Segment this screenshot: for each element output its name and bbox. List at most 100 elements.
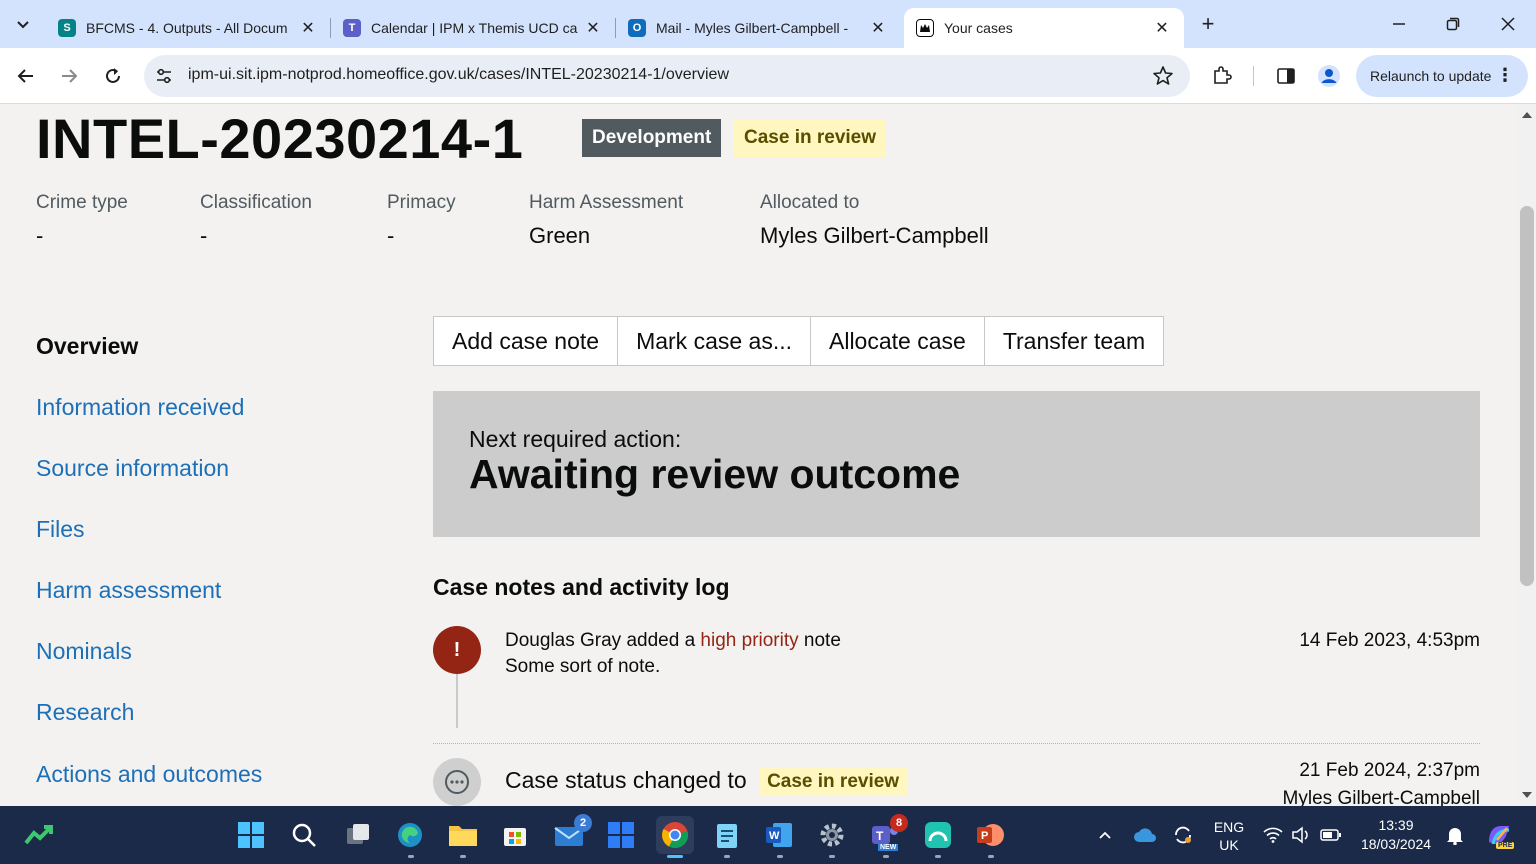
sidenav-actions-and-outcomes[interactable]: Actions and outcomes bbox=[36, 761, 262, 788]
sidenav-harm-assessment[interactable]: Harm assessment bbox=[36, 577, 221, 604]
tab-title: Your cases bbox=[944, 20, 1013, 36]
close-icon bbox=[1501, 17, 1515, 31]
copilot-pre-label: PRE bbox=[1496, 842, 1515, 849]
activity-log-heading: Case notes and activity log bbox=[433, 574, 730, 600]
arrow-left-icon bbox=[17, 69, 33, 83]
side-panel-button[interactable] bbox=[1272, 62, 1300, 90]
address-bar[interactable]: ipm-ui.sit.ipm-notprod.homeoffice.gov.uk… bbox=[144, 55, 1190, 97]
forward-button[interactable] bbox=[55, 62, 83, 90]
wifi-icon[interactable] bbox=[1260, 818, 1286, 852]
back-button[interactable] bbox=[12, 62, 40, 90]
extensions-button[interactable] bbox=[1208, 62, 1236, 90]
allocate-case-button[interactable]: Allocate case bbox=[810, 316, 985, 366]
search-icon[interactable] bbox=[287, 818, 321, 852]
edge-browser-icon[interactable] bbox=[393, 818, 427, 852]
profile-button[interactable] bbox=[1315, 62, 1343, 90]
restore-button[interactable] bbox=[1439, 10, 1467, 38]
meta-label: Primacy bbox=[387, 192, 456, 213]
sidenav-source-information[interactable]: Source information bbox=[36, 455, 229, 482]
teams-icon[interactable]: T 8 NEW bbox=[868, 814, 908, 852]
browser-tab-your-cases[interactable]: Your cases ✕ bbox=[904, 8, 1184, 48]
scroll-up-arrow-icon[interactable] bbox=[1522, 112, 1532, 118]
active-window-indicator bbox=[667, 855, 683, 858]
relaunch-to-update-button[interactable]: Relaunch to update ⋮ bbox=[1356, 55, 1528, 97]
input-language-indicator[interactable]: ENG UK bbox=[1210, 818, 1248, 854]
sharepoint-icon: S bbox=[58, 19, 76, 37]
timeline-connector bbox=[456, 674, 458, 728]
remote-app-icon[interactable] bbox=[921, 818, 955, 852]
running-indicator bbox=[883, 855, 889, 858]
tab-title: BFCMS - 4. Outputs - All Docum bbox=[86, 20, 288, 36]
microsoft-store-icon[interactable] bbox=[498, 818, 532, 852]
settings-gear-icon[interactable] bbox=[815, 818, 849, 852]
chevron-up-icon[interactable] bbox=[1090, 818, 1120, 852]
meta-classification: Classification - bbox=[200, 192, 312, 249]
sidenav-information-received[interactable]: Information received bbox=[36, 394, 244, 421]
meta-value: - bbox=[200, 223, 208, 248]
toolbar-divider bbox=[1253, 66, 1254, 86]
site-settings-icon[interactable] bbox=[154, 66, 174, 86]
teams-icon: T bbox=[343, 19, 361, 37]
close-icon[interactable]: ✕ bbox=[868, 18, 888, 38]
onedrive-cloud-icon[interactable] bbox=[1130, 818, 1160, 852]
kebab-menu-icon[interactable]: ⋮ bbox=[1496, 66, 1514, 84]
sidenav-nominals[interactable]: Nominals bbox=[36, 638, 132, 665]
windows-app-icon[interactable] bbox=[604, 818, 638, 852]
log-entry-note: ! Douglas Gray added a high priority not… bbox=[433, 626, 1480, 744]
word-icon[interactable]: W bbox=[762, 818, 796, 852]
case-action-buttons: Add case note Mark case as... Allocate c… bbox=[433, 316, 1165, 366]
volume-icon[interactable] bbox=[1288, 818, 1314, 852]
scroll-down-arrow-icon[interactable] bbox=[1522, 792, 1532, 798]
tab-search-button[interactable] bbox=[8, 8, 38, 40]
new-tab-button[interactable]: + bbox=[1196, 12, 1220, 36]
minimize-button[interactable] bbox=[1385, 10, 1413, 38]
mail-app-icon[interactable]: 2 bbox=[552, 814, 592, 852]
add-case-note-button[interactable]: Add case note bbox=[433, 316, 619, 366]
close-window-button[interactable] bbox=[1494, 10, 1522, 38]
close-icon[interactable]: ✕ bbox=[298, 18, 318, 38]
avatar-icon bbox=[1318, 65, 1340, 87]
log-priority: high priority bbox=[700, 630, 799, 651]
browser-tab-calendar[interactable]: T Calendar | IPM x Themis UCD ca ✕ bbox=[331, 8, 615, 48]
task-view-icon[interactable] bbox=[341, 818, 375, 852]
tab-title: Calendar | IPM x Themis UCD ca bbox=[371, 20, 578, 36]
reload-button[interactable] bbox=[99, 62, 127, 90]
close-icon[interactable]: ✕ bbox=[583, 18, 603, 38]
mark-case-as-button[interactable]: Mark case as... bbox=[617, 316, 811, 366]
stocks-widget-icon[interactable] bbox=[22, 818, 56, 852]
sidenav-files[interactable]: Files bbox=[36, 516, 85, 543]
log-verb: added a bbox=[626, 630, 696, 651]
browser-tab-mail[interactable]: O Mail - Myles Gilbert-Campbell - ✕ bbox=[616, 8, 900, 48]
windows-start-icon[interactable] bbox=[234, 818, 268, 852]
running-indicator bbox=[935, 855, 941, 858]
page-scrollbar[interactable] bbox=[1518, 104, 1536, 806]
file-explorer-icon[interactable] bbox=[446, 818, 480, 852]
case-status-tag: Case in review bbox=[734, 119, 887, 157]
meta-allocated-to: Allocated to Myles Gilbert-Campbell bbox=[760, 192, 989, 249]
notepad-icon[interactable] bbox=[710, 818, 744, 852]
bookmark-star-icon[interactable] bbox=[1152, 65, 1174, 87]
chrome-browser-icon[interactable] bbox=[656, 816, 694, 854]
sidenav-overview[interactable]: Overview bbox=[36, 333, 138, 360]
close-icon[interactable]: ✕ bbox=[1152, 18, 1172, 38]
browser-tab-bfcms[interactable]: S BFCMS - 4. Outputs - All Docum ✕ bbox=[46, 8, 330, 48]
transfer-team-button[interactable]: Transfer team bbox=[983, 316, 1165, 366]
log-divider bbox=[433, 743, 1480, 744]
battery-icon[interactable] bbox=[1318, 818, 1344, 852]
sync-icon[interactable] bbox=[1168, 818, 1198, 852]
copilot-icon[interactable]: PRE bbox=[1482, 818, 1516, 852]
system-clock[interactable]: 13:39 18/03/2024 bbox=[1356, 816, 1436, 854]
relaunch-label: Relaunch to update bbox=[1370, 68, 1492, 84]
minimize-icon bbox=[1393, 23, 1405, 25]
meta-value: - bbox=[36, 223, 44, 248]
sidenav-research[interactable]: Research bbox=[36, 699, 134, 726]
svg-text:P: P bbox=[981, 830, 988, 842]
scrollbar-thumb[interactable] bbox=[1520, 206, 1534, 586]
meta-label: Allocated to bbox=[760, 192, 860, 213]
case-id-heading: INTEL-20230214-1 bbox=[36, 107, 524, 170]
notification-bell-icon[interactable] bbox=[1440, 818, 1470, 852]
meta-value: Green bbox=[529, 223, 591, 248]
powerpoint-icon[interactable]: P bbox=[973, 818, 1007, 852]
reload-icon bbox=[106, 68, 120, 83]
log-noun: note bbox=[803, 630, 841, 651]
